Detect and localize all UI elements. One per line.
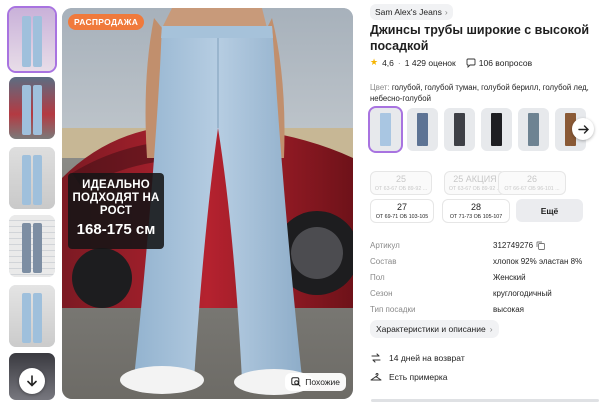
horizontal-scrollbar[interactable] <box>371 399 599 402</box>
size-option[interactable]: 25 ОТ 63-67 ОБ 89-92 ... <box>370 171 432 195</box>
fit-line-1: ИДЕАЛЬНО <box>82 179 150 191</box>
star-icon: ★ <box>370 57 379 67</box>
color-swatch[interactable] <box>444 108 475 151</box>
image-search-icon <box>291 377 301 387</box>
color-swatch[interactable] <box>368 106 403 153</box>
product-title: Джинсы трубы широкие с высокой посадкой <box>370 23 590 53</box>
brand-name: Sam Alex's Jeans <box>375 7 442 17</box>
try-on-label: Есть примерка <box>389 372 448 382</box>
color-swatch[interactable] <box>481 108 512 151</box>
color-label: Цвет: <box>370 83 390 92</box>
returns-info: 14 дней на возврат <box>370 352 465 364</box>
try-on-info: Есть примерка <box>370 371 448 383</box>
thumbnail-2[interactable] <box>9 77 55 139</box>
return-arrows-icon <box>371 353 381 363</box>
rating-value: 4,6 <box>382 57 394 68</box>
chevron-right-icon: › <box>489 324 493 334</box>
size-option[interactable]: 28 ОТ 71-73 ОБ 105-107 <box>442 199 510 223</box>
size-option[interactable]: 26 ОТ 66-67 ОБ 96-101 ... <box>498 171 566 195</box>
thumbnail-3[interactable] <box>9 147 55 209</box>
details-label: Характеристики и описание <box>376 324 486 334</box>
size-option[interactable]: 25 АКЦИЯ ОТ 63-67 ОБ 89-92 ... <box>444 171 506 195</box>
thumbnail-5[interactable] <box>9 285 55 347</box>
color-swatches <box>368 106 586 153</box>
height-fit-overlay: ИДЕАЛЬНО ПОДХОДЯТ НА РОСТ 168-175 см <box>68 173 164 249</box>
arrow-down-icon <box>27 375 37 387</box>
thumbnail-1[interactable] <box>7 6 57 73</box>
hanger-icon <box>370 373 382 381</box>
details-button[interactable]: Характеристики и описание › <box>370 320 499 338</box>
arrow-right-icon <box>577 124 589 134</box>
reviews-count[interactable]: 1 429 оценок <box>405 58 456 68</box>
color-swatch[interactable] <box>407 108 438 151</box>
color-value: голубой, голубой туман, голубой берилл, … <box>370 83 589 103</box>
similar-button[interactable]: Похожие <box>285 373 346 391</box>
color-description: Цвет: голубой, голубой туман, голубой бе… <box>370 82 600 104</box>
spec-row: Сезон круглогодичный <box>370 288 552 298</box>
rating-row: ★ 4,6 · 1 429 оценок 106 вопросов <box>370 57 533 68</box>
more-sizes-button[interactable]: Ещё <box>516 199 583 222</box>
main-product-photo[interactable]: РАСПРОДАЖА ИДЕАЛЬНО ПОДХОДЯТ НА РОСТ 168… <box>62 8 353 399</box>
spec-row: Тип посадки высокая <box>370 304 524 314</box>
specs-table: Артикул 312749276 Состав хлопок 92% элас… <box>370 237 595 317</box>
thumbnail-4[interactable] <box>9 215 55 277</box>
spec-row: Артикул 312749276 <box>370 237 595 253</box>
article-number: 312749276 <box>493 240 534 250</box>
size-option[interactable]: 27 ОТ 69-71 ОБ 103-105 <box>370 199 434 223</box>
thumbnail-list <box>7 6 57 400</box>
spec-row: Пол Женский <box>370 272 526 282</box>
fit-line-2: ПОДХОДЯТ НА <box>72 192 160 204</box>
questions-count: 106 вопросов <box>478 57 533 68</box>
fit-height-range: 168-175 см <box>76 221 156 238</box>
next-swatch-button[interactable] <box>572 118 594 140</box>
returns-label: 14 дней на возврат <box>389 353 465 363</box>
chevron-right-icon: › <box>444 7 448 17</box>
similar-label: Похожие <box>305 377 340 387</box>
chat-bubble-icon <box>466 58 476 68</box>
spec-row: Состав хлопок 92% эластан 8% <box>370 256 583 266</box>
color-swatch[interactable] <box>518 108 549 151</box>
sale-badge: РАСПРОДАЖА <box>68 14 145 30</box>
copy-icon[interactable] <box>536 241 545 250</box>
download-button[interactable] <box>19 368 45 394</box>
fit-line-3: РОСТ <box>99 205 133 217</box>
brand-link[interactable]: Sam Alex's Jeans › <box>370 4 453 20</box>
questions-link[interactable]: 106 вопросов <box>466 58 532 68</box>
